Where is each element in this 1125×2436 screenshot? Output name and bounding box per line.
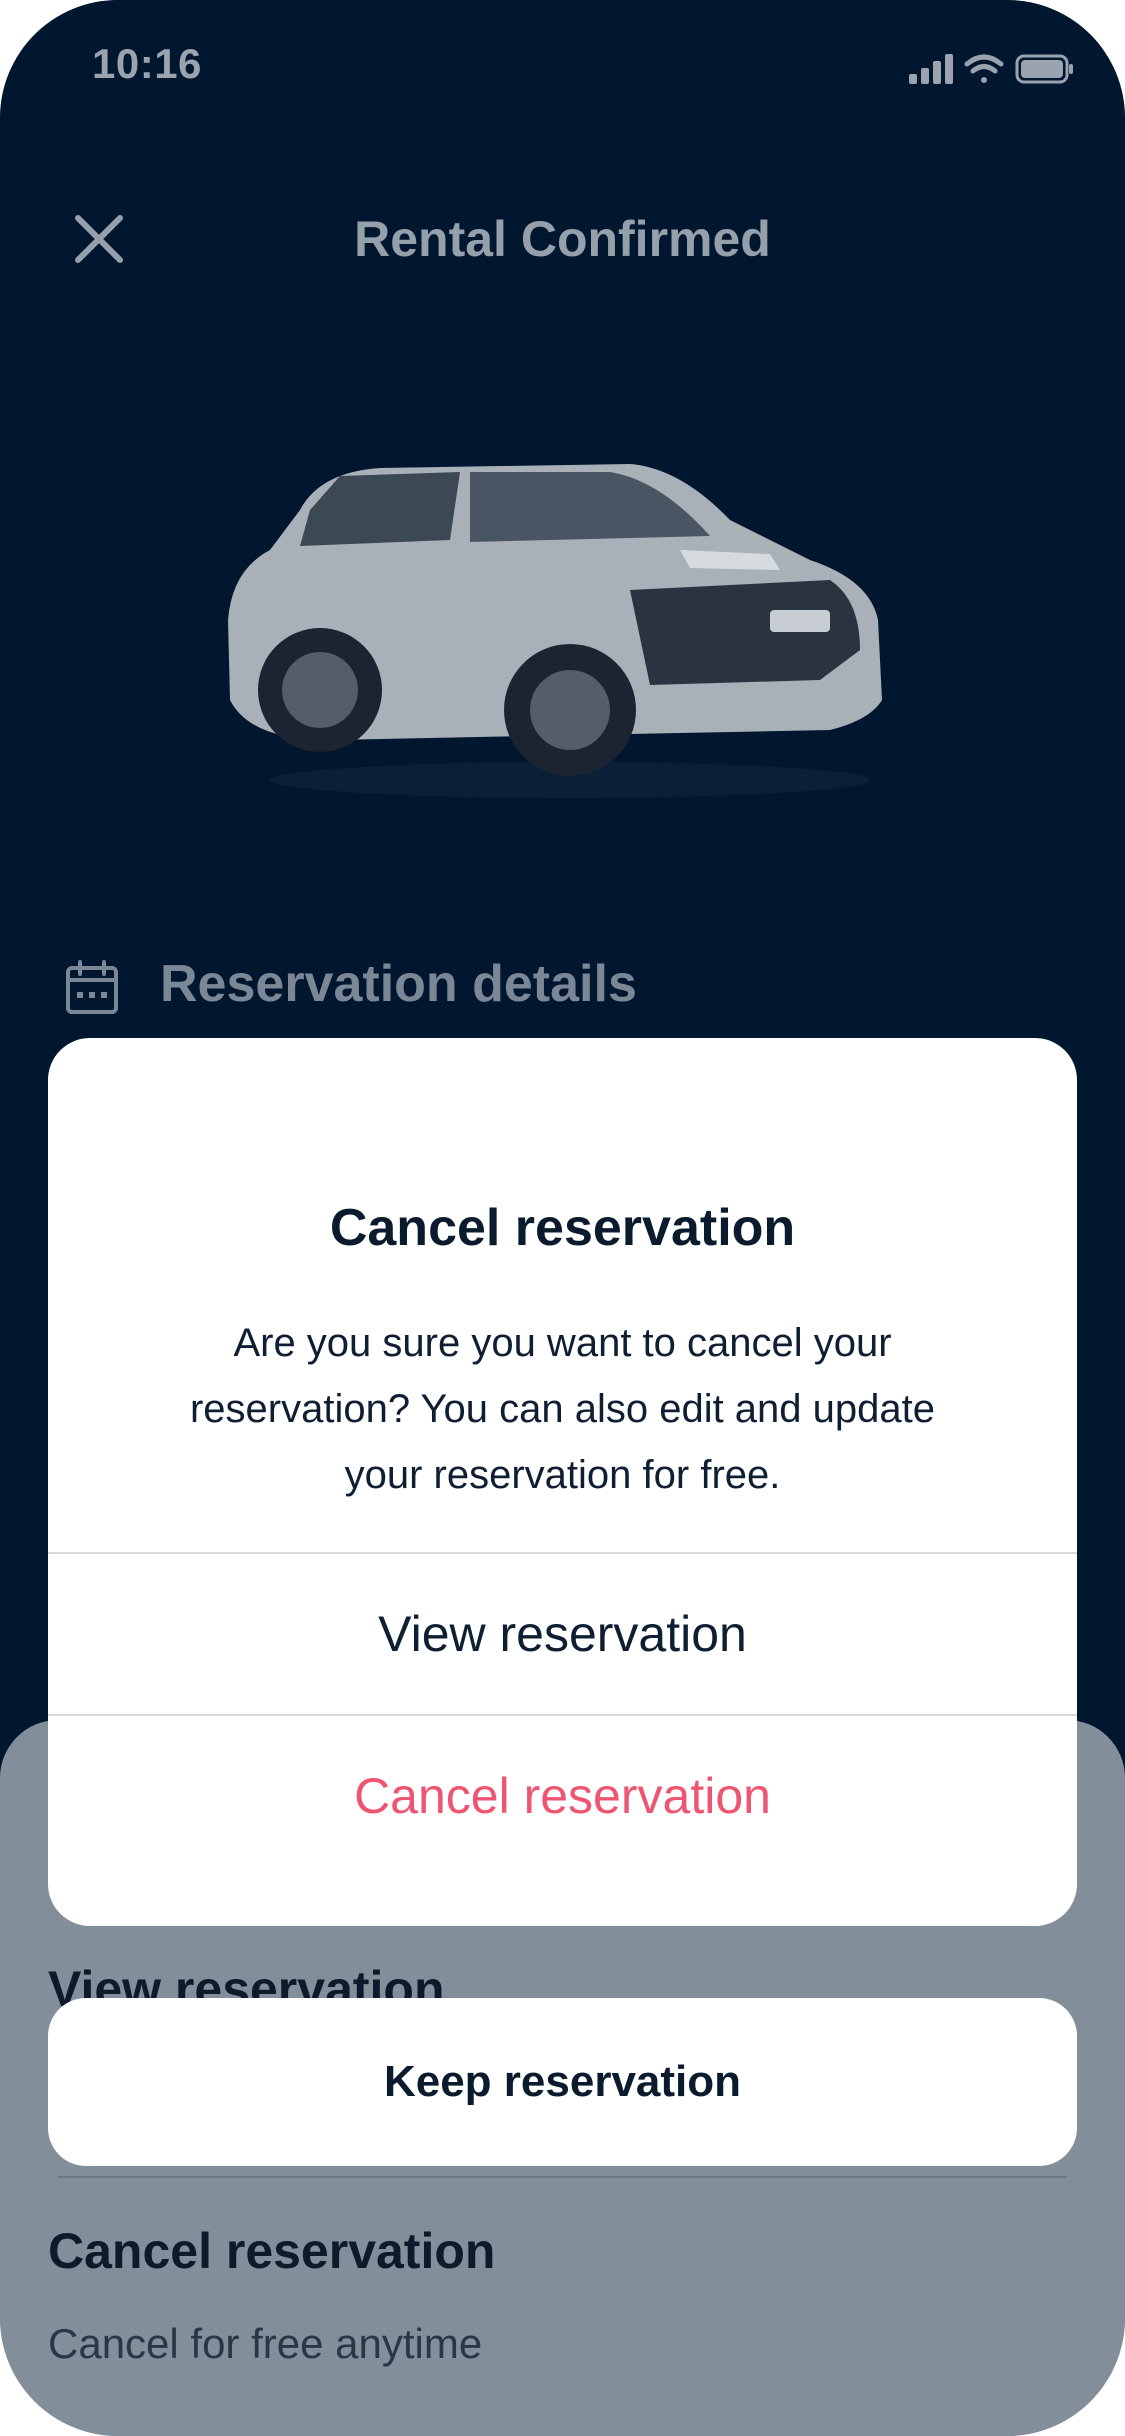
- car-image: [228, 464, 882, 798]
- page-title: Rental Confirmed: [354, 211, 771, 267]
- alert-title: Cancel reservation: [329, 1199, 796, 1257]
- phone-screen: 10:16 Rental Confirmed Reservation detai…: [0, 0, 1125, 2436]
- alert-message: Are you sure you want to cancel your res…: [189, 1321, 936, 1497]
- calendar-icon: [66, 960, 118, 1014]
- status-icons: [909, 54, 1073, 84]
- wifi-icon: [964, 54, 1004, 83]
- battery-icon: [1015, 54, 1073, 84]
- sheet-cancel-subtitle: Cancel for free anytime: [48, 2320, 483, 2367]
- sheet-cancel-reservation[interactable]: Cancel reservation: [48, 2222, 495, 2280]
- view-reservation-button[interactable]: View reservation: [48, 1554, 1077, 1714]
- cancel-alert-dialog: Cancel reservation Are you sure you want…: [48, 1038, 1077, 1926]
- signal-icon: [909, 54, 953, 84]
- section-title: Reservation details: [160, 955, 637, 1013]
- cancel-reservation-button[interactable]: Cancel reservation: [48, 1716, 1077, 1876]
- status-time: 10:16: [92, 40, 202, 87]
- keep-reservation-button[interactable]: Keep reservation: [48, 1998, 1077, 2166]
- sheet-divider: [58, 2176, 1067, 2178]
